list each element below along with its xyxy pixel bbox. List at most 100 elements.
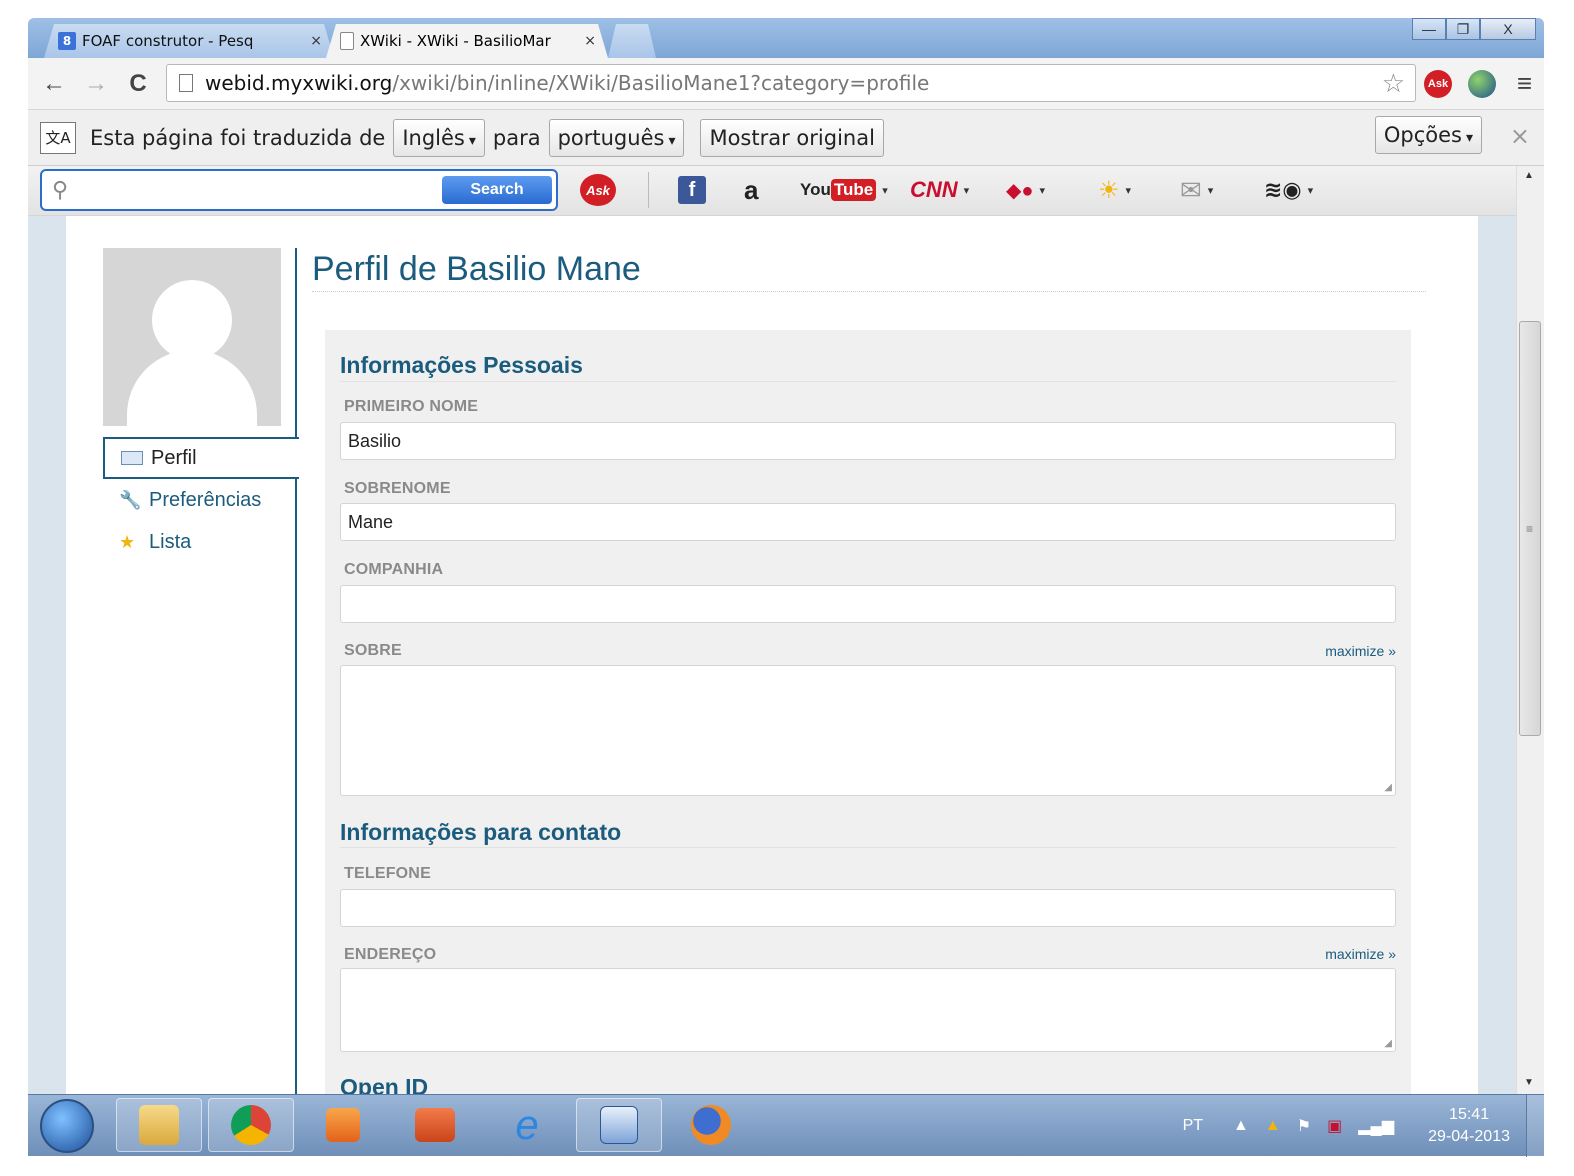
scroll-down-arrow-icon[interactable]: ▼ xyxy=(1524,1077,1534,1088)
browser-titlebar: 8 FOAF construtor - Pesq × XWiki - XWiki… xyxy=(28,18,1544,58)
phone-input[interactable] xyxy=(340,889,1396,927)
page-scrollbar[interactable]: ▲ ≡ ▼ xyxy=(1516,166,1544,1094)
media-player-taskbar-button[interactable] xyxy=(300,1098,386,1152)
first-name-input[interactable]: Basilio xyxy=(340,422,1396,460)
translate-close-icon[interactable]: × xyxy=(1510,122,1530,150)
network-status-icon[interactable]: ▣ xyxy=(1327,1116,1342,1136)
amazon-icon[interactable]: a xyxy=(744,174,758,206)
reload-button[interactable]: C xyxy=(122,68,154,100)
avatar-body-shape xyxy=(127,350,257,426)
new-tab-button[interactable] xyxy=(608,24,656,58)
close-window-button[interactable]: X xyxy=(1480,18,1536,40)
scroll-grip-icon: ≡ xyxy=(1526,522,1534,536)
tab-xwiki-basilio[interactable]: XWiki - XWiki - BasilioMar × xyxy=(326,24,608,58)
url-host: webid.myxwiki.org xyxy=(205,71,393,95)
sidebar-item-preferencias[interactable]: 🔧 Preferências xyxy=(103,479,297,521)
section-personal-info: Informações Pessoais xyxy=(340,352,583,378)
word-icon xyxy=(600,1106,638,1144)
translate-message: Esta página foi traduzida de xyxy=(90,125,386,150)
mail-icon[interactable]: ✉ ▾ xyxy=(1180,174,1213,206)
ask-search-button[interactable]: Search xyxy=(442,176,552,204)
target-language-select[interactable]: português ▾ xyxy=(548,118,685,157)
folder-icon xyxy=(139,1105,179,1145)
start-button-windows-icon[interactable] xyxy=(40,1099,94,1153)
tab-close-icon[interactable]: × xyxy=(310,33,322,49)
chrome-taskbar-button[interactable] xyxy=(208,1098,294,1152)
bookmark-star-icon[interactable]: ☆ xyxy=(1382,69,1405,99)
about-textarea[interactable]: ◢ xyxy=(340,665,1396,796)
address-maximize-link[interactable]: maximize » xyxy=(1325,946,1396,962)
sidebar-item-lista[interactable]: ★ Lista xyxy=(103,521,297,563)
show-desktop-button[interactable] xyxy=(1526,1095,1544,1157)
system-clock[interactable]: 15:41 29-04-2013 xyxy=(1428,1104,1510,1148)
company-label: COMPANHIA xyxy=(344,561,444,578)
toolbar-divider xyxy=(648,172,649,208)
ask-logo-icon[interactable]: Ask xyxy=(580,174,616,206)
show-hidden-icons-icon[interactable]: ▲ xyxy=(1233,1117,1249,1135)
show-original-button[interactable]: Mostrar original xyxy=(700,118,884,157)
about-maximize-link[interactable]: maximize » xyxy=(1325,643,1396,659)
weather-icon[interactable]: ☀ ▾ xyxy=(1098,174,1131,206)
sidebar-item-label: Perfil xyxy=(151,446,197,469)
sidebar-item-perfil[interactable]: Perfil xyxy=(103,437,299,479)
tab-close-icon[interactable]: × xyxy=(584,33,596,49)
minimize-button[interactable]: — xyxy=(1412,18,1446,40)
language-indicator[interactable]: PT xyxy=(1183,1117,1203,1135)
translate-bar: 文A Esta página foi traduzida de Inglês ▾ … xyxy=(28,110,1544,166)
avatar xyxy=(103,248,281,426)
powerpoint-icon xyxy=(415,1108,455,1142)
resize-grip-icon[interactable]: ◢ xyxy=(1384,1038,1392,1049)
about-label: SOBRE xyxy=(344,642,402,659)
page-icon xyxy=(179,74,193,92)
avatar-head-shape xyxy=(152,280,232,360)
word-taskbar-button[interactable] xyxy=(576,1098,662,1152)
last-name-label: SOBRENOME xyxy=(344,480,451,497)
tab-foaf-construtor[interactable]: 8 FOAF construtor - Pesq × xyxy=(44,24,334,58)
caret-down-icon: ▾ xyxy=(1207,184,1214,197)
caret-down-icon: ▾ xyxy=(468,132,476,149)
caret-down-icon: ▾ xyxy=(1307,184,1314,197)
powerpoint-taskbar-button[interactable] xyxy=(392,1098,478,1152)
cnn-icon[interactable]: CNN ▾ xyxy=(910,174,969,206)
scroll-up-arrow-icon[interactable]: ▲ xyxy=(1524,170,1534,181)
caret-down-icon: ▾ xyxy=(1125,184,1132,197)
maximize-button[interactable]: ❐ xyxy=(1446,18,1480,40)
last-name-input[interactable]: Mane xyxy=(340,503,1396,541)
section-divider xyxy=(340,847,1396,848)
ask-toolbar: ⚲ Search Ask f a You Tube ▾ CNN ▾ ◆● ▾ ☀ ▾ ✉ ▾… xyxy=(28,166,1516,216)
source-language-select[interactable]: Inglês ▾ xyxy=(393,118,485,157)
translate-options-button[interactable]: Opções ▾ xyxy=(1374,116,1482,154)
profile-side-menu: Perfil 🔧 Preferências ★ Lista xyxy=(103,437,299,563)
translate-icon: 文A xyxy=(40,121,76,154)
signal-strength-icon[interactable]: ▂▄▆ xyxy=(1358,1116,1394,1136)
clock-date: 29-04-2013 xyxy=(1428,1128,1510,1145)
games-dice-icon[interactable]: ◆● ▾ xyxy=(1006,174,1045,206)
address-textarea[interactable]: ◢ xyxy=(340,968,1396,1052)
explorer-taskbar-button[interactable] xyxy=(116,1098,202,1152)
search-icon: ⚲ xyxy=(52,177,69,202)
back-button[interactable]: ← xyxy=(38,68,70,100)
dictionary-icon[interactable]: ≋◉ ▾ xyxy=(1264,174,1313,206)
globe-extension-icon[interactable] xyxy=(1468,70,1496,98)
translate-para: para xyxy=(492,125,541,150)
scroll-thumb[interactable]: ≡ xyxy=(1519,321,1541,736)
clock-time: 15:41 xyxy=(1449,1106,1490,1123)
internet-explorer-taskbar-button[interactable]: e xyxy=(484,1098,570,1152)
section-divider xyxy=(340,381,1396,382)
ask-extension-icon[interactable]: Ask xyxy=(1424,70,1452,98)
tab-title: XWiki - XWiki - BasilioMar xyxy=(360,32,551,50)
caret-down-icon: ▾ xyxy=(1039,184,1045,197)
address-bar[interactable]: webid.myxwiki.org/xwiki/bin/inline/XWiki… xyxy=(166,64,1416,102)
sidebar-divider xyxy=(295,248,297,1094)
action-center-flag-icon[interactable]: ⚑ xyxy=(1297,1116,1311,1136)
notification-warning-icon[interactable]: ▲ xyxy=(1265,1117,1281,1135)
ask-search-input[interactable]: ⚲ Search xyxy=(40,169,558,211)
chrome-menu-icon[interactable]: ≡ xyxy=(1517,68,1532,99)
company-input[interactable] xyxy=(340,585,1396,623)
tab-title: FOAF construtor - Pesq xyxy=(82,32,254,50)
facebook-icon[interactable]: f xyxy=(678,174,706,206)
youtube-icon[interactable]: You Tube ▾ xyxy=(800,174,888,206)
firefox-taskbar-button[interactable] xyxy=(668,1098,754,1152)
resize-grip-icon[interactable]: ◢ xyxy=(1384,782,1392,793)
forward-button[interactable]: → xyxy=(80,68,112,100)
